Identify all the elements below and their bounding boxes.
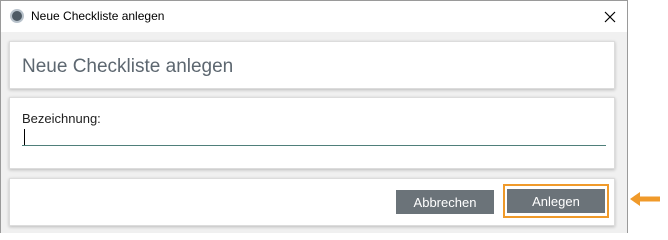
arrow-left-icon (630, 192, 660, 206)
create-button[interactable]: Anlegen (507, 189, 605, 213)
cancel-button[interactable]: Abbrechen (396, 190, 494, 214)
window-title: Neue Checkliste anlegen (31, 9, 165, 23)
app-icon (10, 9, 24, 23)
actions-panel: Abbrechen Anlegen (9, 178, 615, 226)
close-icon (604, 11, 616, 22)
close-button[interactable] (593, 1, 627, 32)
bezeichnung-input[interactable] (22, 128, 606, 146)
header-panel: Neue Checkliste anlegen (9, 41, 615, 89)
form-panel: Bezeichnung: (9, 97, 615, 169)
text-caret (24, 129, 25, 145)
dialog-window: Neue Checkliste anlegen Neue Checkliste … (0, 0, 628, 233)
bezeichnung-label: Bezeichnung: (22, 111, 101, 126)
page-title: Neue Checkliste anlegen (22, 56, 234, 77)
title-bar: Neue Checkliste anlegen (1, 1, 627, 32)
